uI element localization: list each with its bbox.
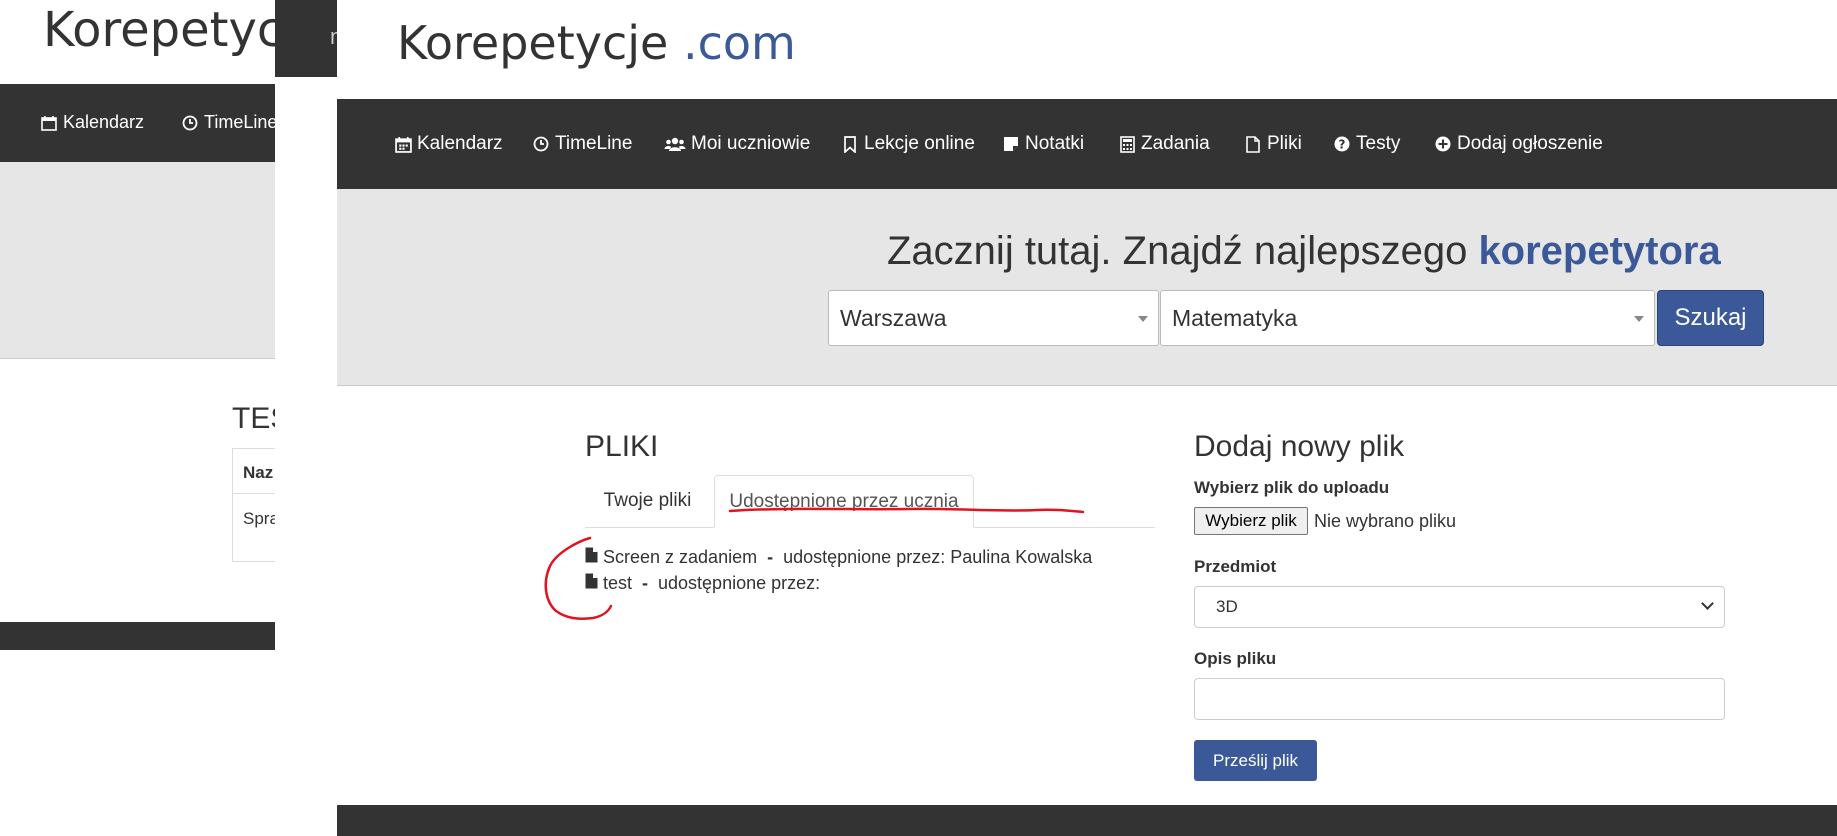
file-shared-by: udostępnione przez: Paulina Kowalska — [783, 546, 1093, 567]
city-select-value: Warszawa — [840, 305, 947, 331]
background-brand: Korepetycje — [43, 2, 275, 58]
divider — [233, 493, 275, 494]
nav-label: Testy — [1356, 133, 1401, 154]
bookmark-icon — [841, 135, 859, 153]
hero-title-highlight: korepetytora — [1478, 229, 1721, 273]
nav-label: Zadania — [1141, 133, 1210, 154]
hero-title-prefix: Zacznij tutaj. Znajdź najlepszego — [887, 229, 1468, 273]
file-status-text: Nie wybrano pliku — [1314, 511, 1457, 531]
background-jumbotron — [0, 162, 275, 359]
footer-bar — [337, 805, 1837, 836]
background-topbar: m — [275, 0, 337, 77]
search-jumbotron: Zacznij tutaj. Znajdź najlepszego korepe… — [337, 189, 1837, 386]
nav-item-kalendarz[interactable]: Kalendarz — [394, 99, 503, 189]
nav-label: Kalendarz — [417, 133, 503, 154]
svg-text:?: ? — [1339, 137, 1346, 151]
background-table-header: Naz — [243, 463, 274, 482]
file-icon — [585, 547, 598, 568]
search-button[interactable]: Szukaj — [1657, 290, 1764, 346]
plus-circle-icon — [1434, 135, 1452, 153]
nav-label: TimeLine — [555, 133, 633, 154]
file-name-link[interactable]: Screen z zadaniem — [603, 547, 757, 568]
background-nav-label: Kalendarz — [63, 112, 145, 132]
description-label: Opis pliku — [1194, 649, 1277, 668]
nav-item-notatki[interactable]: Notatki — [1002, 99, 1084, 189]
chevron-down-icon — [1701, 597, 1714, 610]
shared-file-list: Screen z zadaniem - udostępnione przez: … — [585, 544, 1092, 596]
main-window: Korepetycje .com Kalendarz TimeLine Moi … — [337, 0, 1837, 836]
users-icon — [664, 135, 686, 153]
tab-twoje-pliki[interactable]: Twoje pliki — [585, 475, 710, 527]
upload-submit-button[interactable]: Prześlij plik — [1194, 740, 1317, 781]
sticky-note-icon — [1002, 135, 1020, 153]
background-window: Korepetycje Kalendarz TimeLine TES Naz S… — [0, 0, 275, 836]
nav-label: Lekcje online — [864, 133, 975, 154]
nav-item-zadania[interactable]: Zadania — [1118, 99, 1210, 189]
nav-item-timeline[interactable]: TimeLine — [532, 99, 632, 189]
choose-file-button[interactable]: Wybierz plik — [1194, 507, 1308, 535]
file-separator: - — [767, 546, 774, 567]
calendar-icon — [394, 135, 412, 153]
background-navbar: Kalendarz TimeLine — [0, 84, 275, 162]
upload-title: Dodaj nowy plik — [1194, 430, 1405, 463]
clock-icon — [181, 114, 199, 132]
background-nav-label: TimeLine — [204, 112, 275, 132]
nav-item-lekcje-online[interactable]: Lekcje online — [841, 99, 975, 189]
list-item: test - udostępnione przez: — [585, 570, 1092, 596]
subject-select-value: Matematyka — [1172, 305, 1298, 331]
nav-label: Moi uczniowie — [691, 133, 811, 154]
subject-label: Przedmiot — [1194, 557, 1277, 576]
file-separator: - — [642, 572, 649, 593]
upload-subject-select[interactable]: 3D — [1194, 586, 1725, 628]
files-title: PLIKI — [585, 430, 659, 463]
site-logo[interactable]: Korepetycje .com — [397, 16, 796, 70]
tab-udostepnione[interactable]: Udostępnione przez ucznia — [714, 475, 974, 528]
nav-item-dodaj-ogloszenie[interactable]: Dodaj ogłoszenie — [1434, 99, 1603, 189]
caret-down-icon — [1138, 316, 1148, 322]
list-item: Screen z zadaniem - udostępnione przez: … — [585, 544, 1092, 570]
calculator-icon — [1118, 135, 1136, 153]
background-section-title: TES — [232, 402, 275, 435]
file-name-link[interactable]: test — [603, 573, 632, 594]
file-icon — [585, 573, 598, 594]
file-icon — [1244, 135, 1262, 153]
background-topbar-glyph: m — [330, 24, 337, 50]
caret-down-icon — [1634, 316, 1644, 322]
nav-item-moi-uczniowie[interactable]: Moi uczniowie — [664, 99, 810, 189]
file-shared-by: udostępnione przez: — [658, 572, 821, 593]
question-circle-icon: ? — [1333, 135, 1351, 153]
background-table: Naz Spra — [232, 448, 275, 562]
clock-icon — [532, 135, 550, 153]
background-table-cell: Spra — [243, 509, 275, 528]
main-navbar: Kalendarz TimeLine Moi uczniowie Lekcje … — [337, 99, 1837, 189]
background-footer — [0, 622, 275, 650]
city-select[interactable]: Warszawa — [828, 290, 1159, 346]
background-nav-timeline[interactable]: TimeLine — [181, 112, 275, 133]
nav-label: Dodaj ogłoszenie — [1457, 133, 1603, 154]
nav-item-testy[interactable]: ? Testy — [1333, 99, 1400, 189]
brand-name: Korepetycje — [397, 16, 669, 70]
nav-label: Notatki — [1025, 133, 1085, 154]
file-input-label: Wybierz plik do uploadu — [1194, 478, 1390, 497]
nav-label: Pliki — [1267, 133, 1302, 154]
subject-select[interactable]: Matematyka — [1160, 290, 1655, 346]
background-nav-kalendarz[interactable]: Kalendarz — [40, 112, 144, 133]
calendar-icon — [40, 114, 58, 132]
nav-item-pliki[interactable]: Pliki — [1244, 99, 1302, 189]
brand-tld: .com — [682, 16, 796, 70]
files-tabs: Twoje pliki Udostępnione przez ucznia — [585, 475, 1155, 528]
upload-subject-value: 3D — [1216, 597, 1238, 616]
description-input[interactable] — [1194, 678, 1725, 720]
hero-title: Zacznij tutaj. Znajdź najlepszego korepe… — [887, 229, 1721, 274]
